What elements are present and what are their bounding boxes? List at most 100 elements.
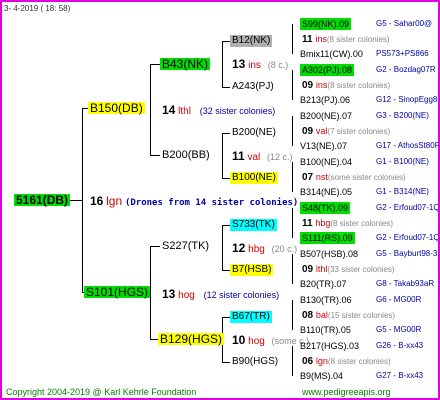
ancestor-lineage: G6 - MG00R (376, 295, 422, 304)
great-grandparent-queen[interactable]: B90(HGS) (232, 356, 278, 368)
drone-count: 14 (162, 103, 176, 117)
timestamp: 3- 4-2019 ( 18: 58) (4, 4, 71, 13)
ancestor-lineage: G26 - B-xx43 (376, 341, 424, 350)
ancestor-drone-line: 07 nst(some sister colonies) (302, 171, 406, 184)
drone-count: 11 (232, 149, 245, 163)
drone-count: 06 (302, 356, 314, 367)
drone-text: (15 sister colonies) (327, 311, 396, 320)
drone-line-name: ins (315, 34, 327, 44)
great-grandparent-queen[interactable]: B12(NK) (230, 35, 273, 47)
drone-line-name: ins (315, 80, 328, 90)
drone-count: 13 (162, 287, 176, 301)
ancestor-drone-line: 11 hbg(8 sister colonies) (302, 217, 393, 230)
ancestor-lineage: G2 - Erfoud07-1Q (376, 233, 440, 242)
drone-count: 11 (302, 34, 313, 45)
parent-drone-line: 13 hog (12 sister colonies) (162, 288, 279, 302)
connector (222, 133, 230, 134)
grandparent-drone-line: 13 ins (8 c.) (232, 58, 288, 72)
drone-text: (8 sister colonies) (330, 219, 394, 228)
grandparent-queen[interactable]: B43(NK) (160, 58, 211, 70)
ancestor-lineage: G3 - B200(NE) (376, 111, 429, 120)
connector (292, 254, 293, 284)
ancestor-queen: V13(NE).07 (300, 141, 348, 151)
drone-line-name: val (247, 152, 261, 163)
ancestor-queen: S111(RS).09 (300, 232, 355, 244)
ancestor-queen: B507(HSB).08 (300, 249, 359, 259)
drone-text: (12 sister colonies) (203, 290, 280, 300)
great-grandparent-queen[interactable]: B200(NE) (232, 127, 276, 139)
ancestor-lineage: G1 - B314(NE) (376, 187, 429, 196)
grandparent-drone-line: 12 hbg (20 c.) (232, 242, 297, 256)
drone-line-name: val (315, 126, 328, 136)
ancestor-queen: B314(NE).05 (300, 187, 353, 197)
drone-line: 16 lgn (Drones from 14 sister colonies) (90, 195, 298, 209)
great-grandparent-queen[interactable]: B7(HSB) (230, 264, 274, 276)
connector (222, 270, 230, 271)
connector (222, 362, 230, 363)
drone-text: (8 sister colonies) (327, 357, 391, 366)
ancestor-drone-line: 06 lgn(8 sister colonies) (302, 355, 391, 368)
drone-count: 12 (232, 241, 246, 255)
great-grandparent-queen[interactable]: S733(TK) (230, 219, 277, 231)
ancestor-queen: B9(MS).04 (300, 371, 344, 381)
ancestor-queen: B213(PJ).06 (300, 95, 351, 105)
drone-line-name: lthl (178, 106, 191, 117)
connector (222, 225, 230, 226)
connector (292, 116, 293, 146)
grandparent-drone-line: 10 hog (some c.) (232, 334, 309, 348)
ancestor-queen: Bmix11(CW).00 (300, 49, 363, 59)
great-grandparent-queen[interactable]: B67(TR) (230, 311, 272, 323)
grandparent-queen[interactable]: S227(TK) (162, 240, 209, 252)
grandparent-drone-line: 11 val (12 c.) (232, 150, 293, 164)
ancestor-lineage: G5 - Sahar00@ (376, 19, 433, 28)
site-link[interactable]: www.pedigreeapis.org (302, 386, 391, 398)
drone-text: (8 sister colonies) (326, 35, 390, 44)
drone-line-name: bal (315, 310, 328, 320)
connector (222, 225, 223, 271)
drone-text: (33 sister colonies) (327, 265, 395, 274)
drone-text: (20 c.) (271, 244, 298, 254)
drone-count: 11 (302, 218, 313, 229)
connector (222, 87, 230, 88)
drone-line-name: hbg (248, 244, 265, 255)
copyright: Copyright 2004-2019 @ Karl Kehrle Founda… (6, 387, 197, 397)
parent-queen[interactable]: B150(DB) (88, 102, 145, 114)
drone-line-name: hbg (315, 218, 331, 228)
connector (68, 200, 82, 201)
connector (222, 178, 230, 179)
drone-line-name: lgn (106, 194, 123, 208)
drone-count: 08 (302, 310, 314, 321)
ancestor-lineage: G2 - Erfoud07-1Q (376, 203, 440, 212)
great-grandparent-queen[interactable]: B100(NE) (230, 172, 278, 184)
connector (292, 346, 293, 376)
ancestor-lineage: G1 - B100(NE) (376, 157, 429, 166)
connector (292, 70, 293, 100)
ancestor-lineage: G5 - Bayburt98-3 (376, 249, 438, 258)
drone-count: 16 (90, 194, 104, 208)
grandparent-queen[interactable]: B129(HGS) (158, 333, 225, 345)
parent-queen[interactable]: S101(HGS) (84, 286, 151, 298)
drone-count: 09 (302, 264, 314, 275)
great-grandparent-queen[interactable]: A243(PJ) (232, 81, 274, 93)
ancestor-lineage: G2 - Bozdag07R (376, 65, 436, 74)
ancestor-lineage: PS573+PS866 (376, 49, 429, 58)
parent-drone-line: 14 lthl (32 sister colonies) (162, 104, 275, 118)
connector (292, 208, 293, 238)
ancestor-queen: B20(TR).07 (300, 279, 347, 289)
drone-line-name: lgn (315, 356, 328, 366)
connector (292, 300, 293, 330)
drone-line-name: hog (178, 290, 195, 301)
ancestor-lineage: G8 - Takab93aR (376, 279, 435, 288)
grandparent-queen[interactable]: B200(BB) (162, 149, 210, 161)
ancestor-drone-line: 09 ins(8 sister colonies) (302, 79, 390, 92)
connector (222, 41, 230, 42)
drone-line-name: hog (248, 336, 265, 347)
connector (222, 41, 223, 88)
connector (82, 108, 83, 293)
root-queen[interactable]: 5161(DB) (14, 194, 71, 206)
drone-line-name: ins (248, 60, 261, 71)
ancestor-lineage: G12 - SinopEgg86R (376, 95, 438, 104)
ancestor-queen: A302(PJ).08 (300, 64, 355, 76)
connector (150, 155, 160, 156)
ancestor-drone-line: 09 lthl(33 sister colonies) (302, 263, 395, 276)
